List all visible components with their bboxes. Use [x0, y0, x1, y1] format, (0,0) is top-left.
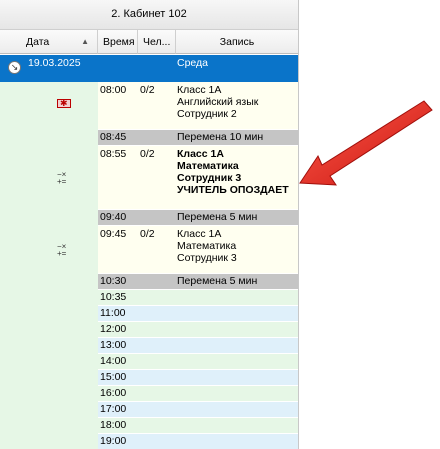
arrow-shape — [299, 100, 433, 186]
red-arrow-icon — [299, 100, 433, 186]
